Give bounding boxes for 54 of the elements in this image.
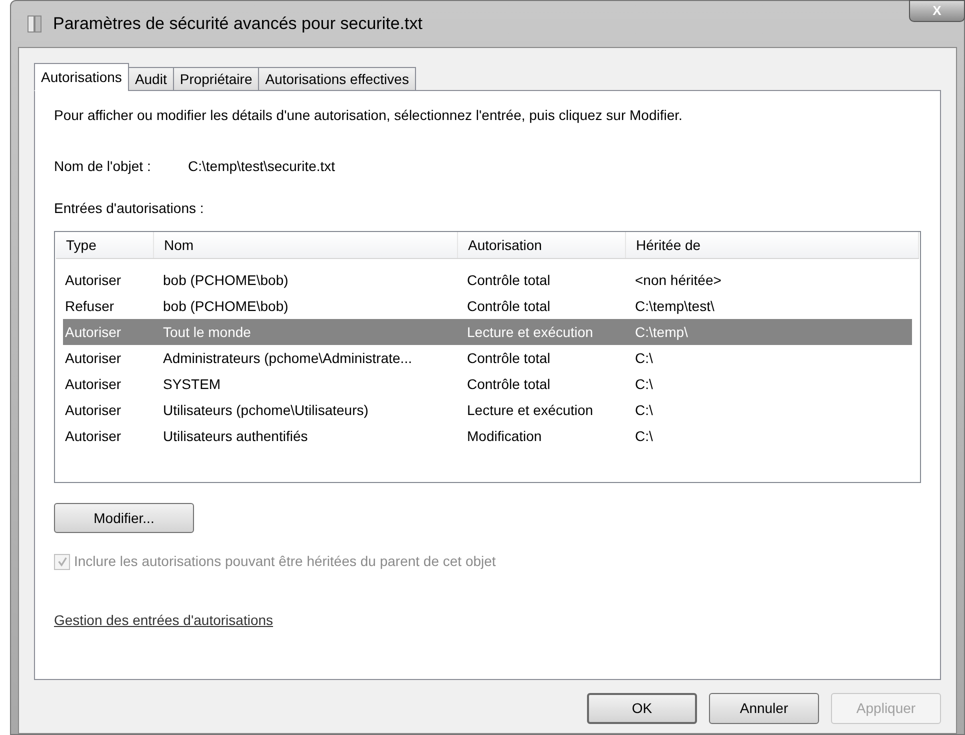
table-cell-text: Utilisateurs (pchome\Utilisateurs) — [162, 400, 370, 420]
table-row[interactable]: Autoriser Utilisateurs (pchome\Utilisateurs) Lecture et exécution C:\ — [63, 397, 912, 423]
table-cell-text: Tout le monde — [162, 322, 252, 342]
table-cell-text: Autoriser — [64, 426, 122, 446]
table-cell-text: Contrôle total — [466, 348, 552, 368]
table-cell-text: <non héritée> — [634, 270, 722, 290]
column-header[interactable]: Type — [56, 232, 154, 258]
instructions-text: Pour afficher ou modifier les détails d'une autorisation, sélectionnez l'entrée, puis cliquez sur Modifier. — [54, 106, 684, 125]
table-cell-text: C:\ — [634, 400, 654, 420]
table-cell-text: Modification — [466, 426, 543, 446]
column-header[interactable]: Nom — [154, 232, 458, 258]
table-cell-text: Autoriser — [64, 400, 122, 420]
dialog-button[interactable]: OK — [587, 693, 697, 724]
table-row[interactable]: Autoriser SYSTEM Contrôle total C:\ — [63, 371, 912, 397]
table-cell-text: Autoriser — [64, 374, 122, 394]
dialog-button[interactable]: Annuler — [709, 693, 819, 724]
tab[interactable]: Audit — [128, 67, 174, 91]
table-cell-text: Lecture et exécution — [466, 322, 594, 342]
column-header[interactable]: Autorisation — [458, 232, 626, 258]
checkmark-icon — [56, 556, 68, 567]
table-row[interactable]: Autoriser Utilisateurs authentifiés Modification C:\ — [63, 423, 912, 449]
table-row[interactable]: Autoriser bob (PCHOME\bob) Contrôle total <non héritée> — [63, 267, 912, 293]
table-cell-text: bob (PCHOME\bob) — [162, 296, 290, 316]
table-cell-text: C:\ — [634, 348, 654, 368]
table-cell-text: Contrôle total — [466, 374, 552, 394]
table-row[interactable]: Autoriser Administrateurs (pchome\Administrate... Contrôle total C:\ — [63, 345, 912, 371]
column-header[interactable]: Héritée de — [626, 232, 919, 258]
table-row[interactable]: Autoriser Tout le monde Lecture et exécution C:\temp\ — [63, 319, 912, 345]
table-cell-text: C:\temp\ — [634, 322, 689, 342]
table-cell-text: bob (PCHOME\bob) — [162, 270, 290, 290]
modify-button[interactable]: Modifier... — [54, 503, 194, 533]
table-cell-text: Autoriser — [64, 348, 122, 368]
checkbox-label: Inclure les autorisations pouvant être héritées du parent de cet objet — [74, 552, 496, 571]
table-cell-text: Contrôle total — [466, 296, 552, 316]
table-cell-text: Contrôle total — [466, 270, 552, 290]
manage-entries-link[interactable]: Gestion des entrées d'autorisations — [54, 610, 274, 631]
table-row[interactable]: Refuser bob (PCHOME\bob) Contrôle total C:\temp\test\ — [63, 293, 912, 319]
object-name-value: C:\temp\test\securite.txt — [188, 157, 336, 176]
table-cell-text: SYSTEM — [162, 374, 222, 394]
table-cell-text: Administrateurs (pchome\Administrate... — [162, 348, 413, 368]
table-cell-text: Refuser — [64, 296, 116, 316]
window-title: Paramètres de sécurité avancés pour securite.txt — [53, 13, 422, 36]
table-cell-text: Autoriser — [64, 270, 122, 290]
table-cell-text: Utilisateurs authentifiés — [162, 426, 309, 446]
tab[interactable]: Propriétaire — [172, 67, 260, 91]
table-cell-text: C:\temp\test\ — [634, 296, 716, 316]
table-cell-text: C:\ — [634, 426, 654, 446]
table-cell-text: Lecture et exécution — [466, 400, 594, 420]
object-name-label: Nom de l'objet : — [54, 157, 152, 176]
tab[interactable]: Autorisations effectives — [258, 67, 416, 91]
table-cell-text: Autoriser — [64, 322, 122, 342]
table-cell-text: C:\ — [634, 374, 654, 394]
entries-label: Entrées d'autorisations : — [54, 199, 205, 218]
tab[interactable]: Autorisations — [34, 63, 129, 91]
